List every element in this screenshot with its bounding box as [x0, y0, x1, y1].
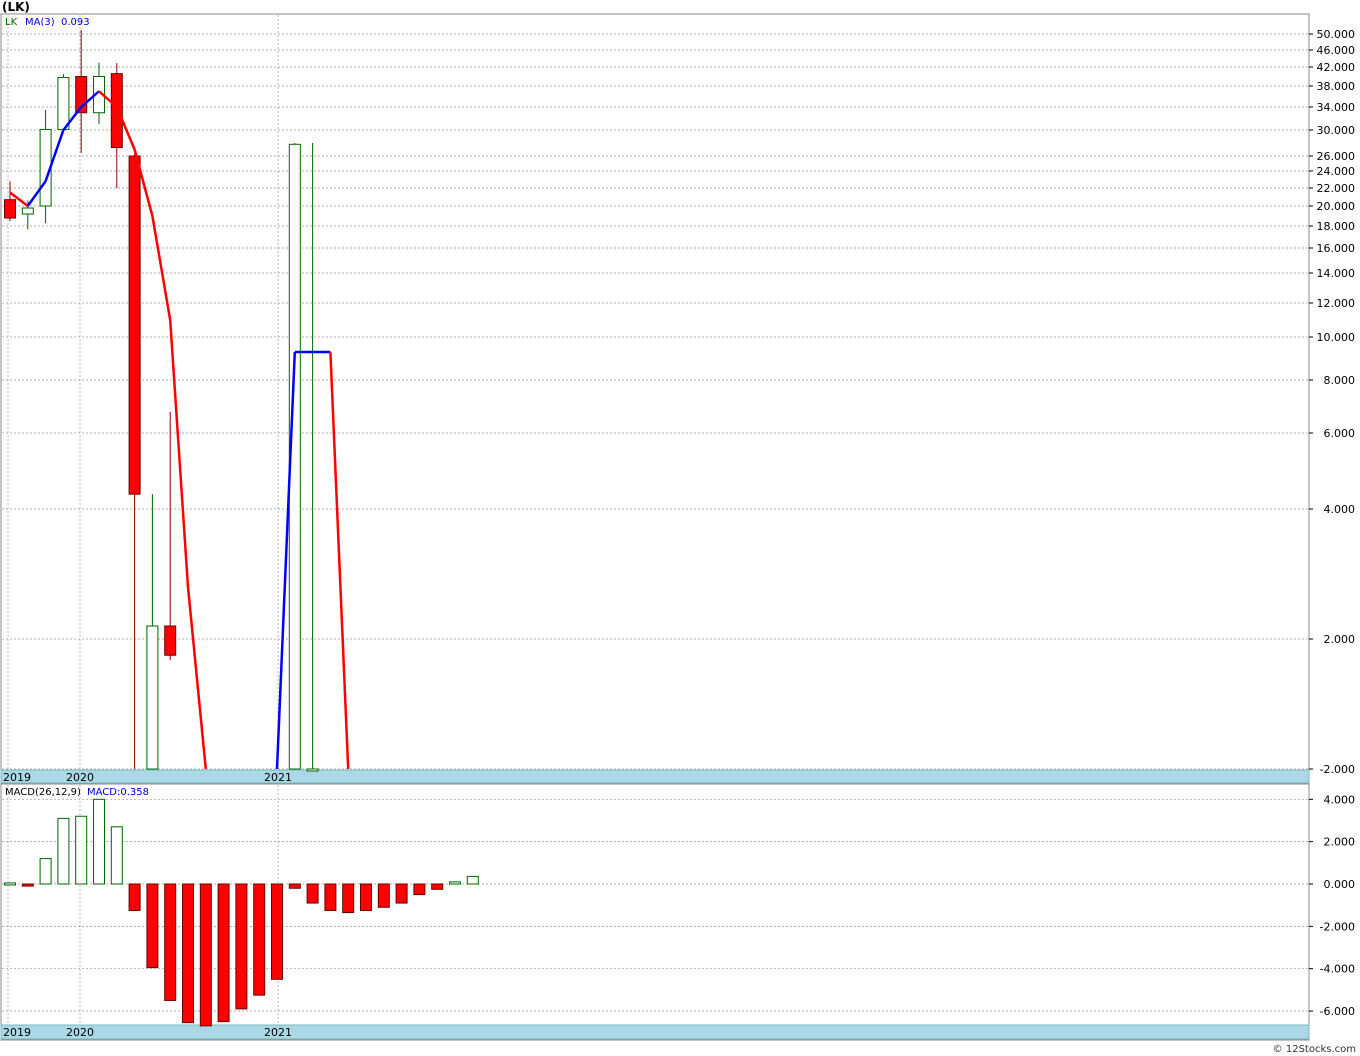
macd-bar	[110, 826, 123, 885]
macd-bar	[235, 883, 248, 1010]
macd-bar	[324, 883, 337, 911]
macd-panel-frame	[0, 783, 1310, 1041]
candle-body	[306, 768, 319, 772]
macd-bar	[431, 883, 444, 890]
price-x-tick-label: 2020	[66, 771, 94, 784]
macd-bar	[21, 883, 34, 887]
macd-bar	[57, 817, 70, 885]
macd-bar	[466, 875, 479, 885]
macd-y-tick-label: -6.000	[1320, 1005, 1355, 1018]
price-x-tick-label: 2021	[264, 771, 292, 784]
price-y-tick-label: 16.000	[1317, 242, 1356, 255]
price-y-tick-label: 42.000	[1317, 61, 1356, 74]
price-y-tick-label: 46.000	[1317, 44, 1356, 57]
candle-body	[146, 625, 159, 770]
price-y-tick-label: 30.000	[1317, 124, 1356, 137]
site-credit: © 12Stocks.com	[1272, 1044, 1356, 1055]
price-legend-ma-label: MA(3)	[25, 17, 55, 28]
candle-body	[110, 73, 123, 149]
price-y-tick-label: 8.000	[1324, 374, 1356, 387]
price-y-tick-label: 24.000	[1317, 165, 1356, 178]
macd-x-tick-label: 2021	[264, 1026, 292, 1039]
macd-bar	[288, 883, 301, 889]
macd-legend-value: MACD:0.358	[87, 787, 149, 798]
price-legend-symbol: LK	[5, 17, 18, 28]
macd-bar	[128, 883, 141, 911]
macd-legend-label: MACD(26,12,9)	[5, 787, 81, 798]
price-y-tick-label: 14.000	[1317, 267, 1356, 280]
candle-body	[4, 199, 16, 219]
macd-bar	[377, 883, 390, 908]
price-y-tick-label: -2.000	[1320, 763, 1355, 776]
macd-bar	[199, 883, 212, 1027]
price-x-tick-label: 2019	[3, 771, 31, 784]
price-y-tick-label: 2.000	[1324, 633, 1356, 646]
chart-canvas: 50.000 46.000 42.000 38.000 34.000 30.000 26.0…	[0, 13, 1356, 1041]
price-y-tick-label: 20.000	[1317, 200, 1356, 213]
macd-bar	[4, 882, 16, 886]
price-legend-ma-value: 0.093	[61, 17, 90, 28]
macd-y-tick-label: -2.000	[1320, 920, 1355, 933]
macd-bar	[39, 858, 52, 885]
macd-bar	[164, 883, 177, 1001]
macd-bar	[271, 883, 283, 980]
macd-bar	[449, 881, 461, 885]
price-y-tick-label: 6.000	[1324, 427, 1356, 440]
price-y-tick-label: 38.000	[1317, 80, 1356, 93]
macd-bar	[146, 883, 159, 969]
candle-body	[21, 207, 34, 215]
price-y-tick-label: 22.000	[1317, 182, 1356, 195]
macd-y-tick-label: 2.000	[1324, 836, 1356, 849]
macd-y-tick-label: 0.000	[1324, 878, 1356, 891]
macd-bar	[342, 883, 355, 914]
candle-body	[57, 76, 70, 130]
macd-date-axis-strip	[0, 1024, 1310, 1040]
macd-bar	[75, 815, 88, 885]
macd-bar	[253, 883, 266, 996]
macd-bar	[217, 883, 230, 1023]
price-y-tick-label: 50.000	[1317, 28, 1356, 41]
candle-body	[164, 625, 177, 656]
macd-bar	[93, 798, 105, 885]
price-y-tick-label: 12.000	[1317, 297, 1356, 310]
macd-x-tick-label: 2020	[66, 1026, 94, 1039]
macd-y-tick-label: 4.000	[1324, 793, 1356, 806]
macd-x-tick-label: 2019	[3, 1026, 31, 1039]
price-y-tick-label: 26.000	[1317, 150, 1356, 163]
macd-bar	[360, 883, 372, 911]
macd-bar	[182, 883, 194, 1024]
price-y-tick-label: 34.000	[1317, 101, 1356, 114]
price-date-axis-strip	[0, 769, 1310, 784]
price-y-tick-label: 18.000	[1317, 220, 1356, 233]
macd-bar	[413, 883, 426, 896]
candle-body	[128, 155, 141, 495]
macd-bar	[395, 883, 408, 904]
price-y-tick-label: 4.000	[1324, 503, 1356, 516]
macd-y-tick-label: -4.000	[1320, 963, 1355, 976]
price-y-tick-label: 10.000	[1317, 331, 1356, 344]
macd-bar	[306, 883, 319, 904]
